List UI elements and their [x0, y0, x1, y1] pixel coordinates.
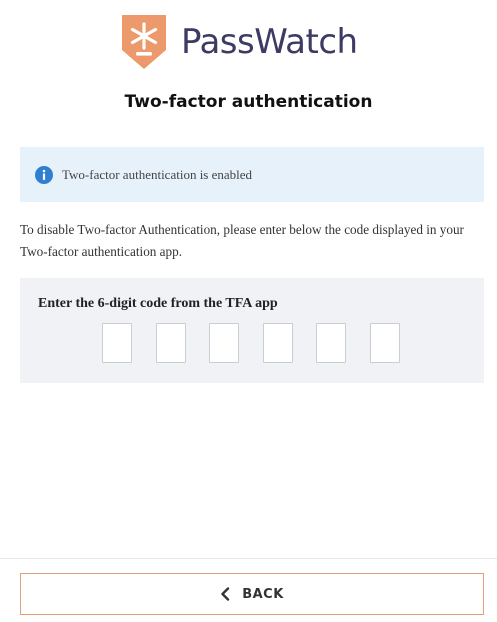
back-button-label: BACK: [242, 586, 284, 602]
page-title: Two-factor authentication: [124, 92, 373, 112]
code-digit-5-input[interactable]: [316, 323, 346, 363]
code-digit-6-input[interactable]: [370, 323, 400, 363]
code-entry-panel: Enter the 6-digit code from the TFA app: [20, 278, 484, 383]
code-digit-1-input[interactable]: [102, 323, 132, 363]
chevron-left-icon: [221, 587, 230, 601]
back-button[interactable]: BACK: [20, 573, 484, 615]
status-message: Two-factor authentication is enabled: [62, 166, 253, 182]
code-digit-2-input[interactable]: [156, 323, 186, 363]
brand-name: PassWatch: [181, 22, 358, 62]
code-digit-4-input[interactable]: [263, 323, 293, 363]
footer-divider: [0, 558, 497, 559]
status-banner: Two-factor authentication is enabled: [20, 147, 484, 202]
asterisk-shield-icon: [122, 15, 166, 69]
code-entry-label: Enter the 6-digit code from the TFA app: [38, 296, 278, 311]
instructions-text: To disable Two-factor Authentication, pl…: [20, 222, 464, 259]
code-digit-3-input[interactable]: [209, 323, 239, 363]
passwatch-logo: PassWatch: [121, 14, 358, 70]
info-icon: [35, 165, 53, 184]
